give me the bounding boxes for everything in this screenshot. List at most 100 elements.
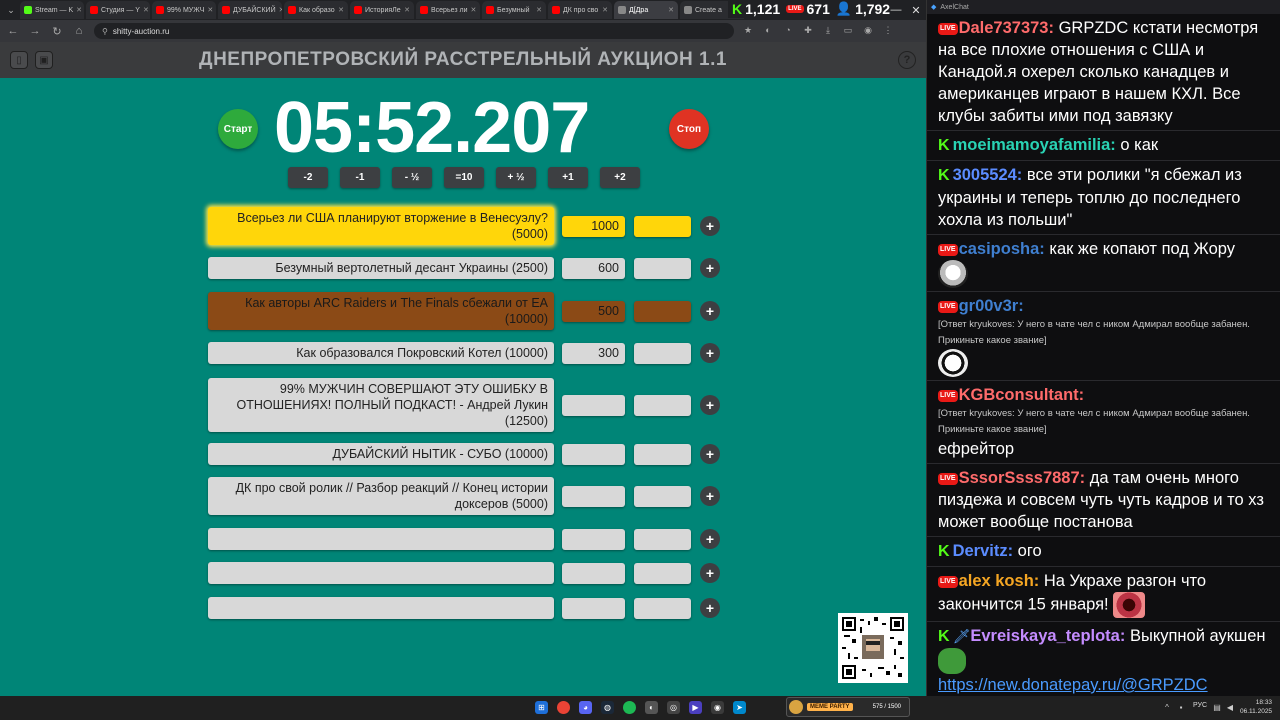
lot-name-field[interactable]: Как образовался Покровский Котел (10000) — [208, 342, 554, 364]
lot-add-amount-field[interactable] — [634, 528, 691, 550]
chat-username[interactable]: casiposha: — [959, 240, 1045, 258]
add-amount-button[interactable]: + — [700, 444, 720, 464]
lot-add-amount-field[interactable] — [634, 342, 691, 364]
add-amount-button[interactable]: + — [700, 395, 720, 415]
browser-tab[interactable]: ДУБАЙСКИЙ ✕ — [218, 1, 282, 19]
time-adjust-button[interactable]: - ½ — [392, 167, 432, 188]
browser-tab[interactable]: Всерьез ли ✕ — [416, 1, 480, 19]
browser-tab[interactable]: 99% МУЖЧ ✕ — [152, 1, 216, 19]
download-icon[interactable]: ⤓ — [822, 25, 834, 37]
chat-username[interactable]: KGBconsultant: — [959, 386, 1085, 404]
tab-search-icon[interactable]: ⌄ — [4, 3, 18, 17]
lot-amount-field[interactable] — [562, 443, 625, 465]
lot-add-amount-field[interactable] — [634, 562, 691, 584]
browser-tab[interactable]: Как образо ✕ — [284, 1, 348, 19]
site-info-icon[interactable]: ⚲ — [102, 27, 108, 36]
chat-username[interactable]: alex kosh: — [959, 572, 1040, 590]
lot-amount-field[interactable] — [562, 562, 625, 584]
browser-tab[interactable]: ИсторияЛе ✕ — [350, 1, 414, 19]
time-adjust-button[interactable]: -1 — [340, 167, 380, 188]
lot-add-amount-field[interactable] — [634, 443, 691, 465]
back-icon[interactable]: ← — [6, 25, 20, 37]
donation-link[interactable]: https://new.donatepay.ru/@GRPZDC — [938, 676, 1208, 694]
tab-close-icon[interactable]: ✕ — [668, 6, 674, 14]
add-amount-button[interactable]: + — [700, 258, 720, 278]
tray-app-icon[interactable]: ▪ — [1176, 702, 1186, 712]
lot-amount-field[interactable]: 300 — [562, 342, 625, 364]
profile-icon[interactable]: ◉ — [862, 25, 874, 37]
lot-add-amount-field[interactable] — [634, 215, 691, 237]
extension-icon[interactable]: ◐ — [762, 25, 774, 37]
time-adjust-button[interactable]: +2 — [600, 167, 640, 188]
chat-username[interactable]: 3005524: — [953, 166, 1023, 184]
minimize-icon[interactable]: — — [886, 0, 906, 20]
time-adjust-button[interactable]: =10 — [444, 167, 484, 188]
lot-amount-field[interactable] — [562, 597, 625, 619]
url-field[interactable]: ⚲ shitty-auction.ru — [94, 23, 734, 39]
tray-chevron-icon[interactable]: ^ — [1162, 702, 1172, 712]
tab-close-icon[interactable]: ✕ — [536, 6, 542, 14]
add-amount-button[interactable]: + — [700, 563, 720, 583]
lot-name-field[interactable]: Как авторы ARC Raiders и The Finals сбеж… — [208, 292, 554, 330]
tab-close-icon[interactable]: ✕ — [602, 6, 608, 14]
lot-name-field[interactable] — [208, 562, 554, 584]
lot-add-amount-field[interactable] — [634, 597, 691, 619]
lot-add-amount-field[interactable] — [634, 394, 691, 416]
lot-amount-field[interactable]: 600 — [562, 257, 625, 279]
help-icon[interactable]: ? — [898, 51, 916, 69]
save-icon[interactable]: ▣ — [35, 51, 53, 69]
app-icon[interactable]: ◐ — [645, 701, 658, 714]
tab-close-icon[interactable]: ✕ — [404, 6, 410, 14]
lot-add-amount-field[interactable] — [634, 300, 691, 322]
reload-icon[interactable]: ↻ — [50, 25, 64, 38]
tab-close-icon[interactable]: ✕ — [471, 6, 477, 14]
lot-name-field[interactable]: ДК про свой ролик // Разбор реакций // К… — [208, 477, 554, 515]
add-amount-button[interactable]: + — [700, 486, 720, 506]
browser-tab[interactable]: Stream — K ✕ — [20, 1, 84, 19]
tab-close-icon[interactable]: ✕ — [338, 6, 344, 14]
chrome-icon[interactable] — [557, 701, 570, 714]
lot-amount-field[interactable] — [562, 394, 625, 416]
add-amount-button[interactable]: + — [700, 301, 720, 321]
chat-username[interactable]: moeimamoyafamilia: — [953, 136, 1116, 154]
app-icon[interactable]: ▶ — [689, 701, 702, 714]
steam-icon[interactable]: ◍ — [601, 701, 614, 714]
language-indicator[interactable]: РУС — [1193, 702, 1207, 709]
lot-amount-field[interactable]: 1000 — [562, 215, 625, 237]
lot-name-field[interactable]: Безумный вертолетный десант Украины (250… — [208, 257, 554, 279]
spotify-icon[interactable] — [623, 701, 636, 714]
home-icon[interactable]: ⌂ — [72, 25, 86, 37]
add-amount-button[interactable]: + — [700, 343, 720, 363]
add-amount-button[interactable]: + — [700, 529, 720, 549]
split-view-icon[interactable]: ▭ — [842, 25, 854, 37]
lot-amount-field[interactable] — [562, 528, 625, 550]
discord-icon[interactable]: ◕ — [579, 701, 592, 714]
start-button[interactable]: Старт — [218, 109, 258, 149]
lot-name-field[interactable] — [208, 597, 554, 619]
volume-icon[interactable]: ◀ — [1225, 702, 1235, 712]
sidebar-toggle-icon[interactable]: ▯ — [10, 51, 28, 69]
time-adjust-button[interactable]: + ½ — [496, 167, 536, 188]
clock[interactable]: 18:33 06.11.2025 — [1240, 698, 1272, 716]
chat-username[interactable]: Evreiskaya_teplota: — [970, 627, 1125, 645]
tab-close-icon[interactable]: ✕ — [76, 6, 82, 14]
app-icon[interactable]: ◎ — [667, 701, 680, 714]
forward-icon[interactable]: → — [28, 25, 42, 37]
tab-close-icon[interactable]: ✕ — [143, 6, 149, 14]
lot-amount-field[interactable] — [562, 485, 625, 507]
app-icon[interactable]: ◉ — [711, 701, 724, 714]
windows-start-icon[interactable]: ⊞ — [535, 701, 548, 714]
lot-add-amount-field[interactable] — [634, 485, 691, 507]
stop-button[interactable]: Стоп — [669, 109, 709, 149]
add-amount-button[interactable]: + — [700, 598, 720, 618]
browser-tab[interactable]: ДК про сво ✕ — [548, 1, 612, 19]
lot-name-field[interactable]: 99% МУЖЧИН СОВЕРШАЮТ ЭТУ ОШИБКУ В ОТНОШЕ… — [208, 378, 554, 432]
menu-icon[interactable]: ⋮ — [882, 25, 894, 37]
lot-name-field[interactable]: ДУБАЙСКИЙ НЫТИК - СУБО (10000) — [208, 443, 554, 465]
browser-tab[interactable]: Д[Дра ✕ — [614, 1, 678, 19]
close-window-icon[interactable]: ✕ — [906, 0, 926, 20]
bookmark-star-icon[interactable]: ★ — [742, 25, 754, 37]
lot-add-amount-field[interactable] — [634, 257, 691, 279]
chat-username[interactable]: Dervitz: — [953, 542, 1014, 560]
browser-tab[interactable]: Безумный ✕ — [482, 1, 546, 19]
